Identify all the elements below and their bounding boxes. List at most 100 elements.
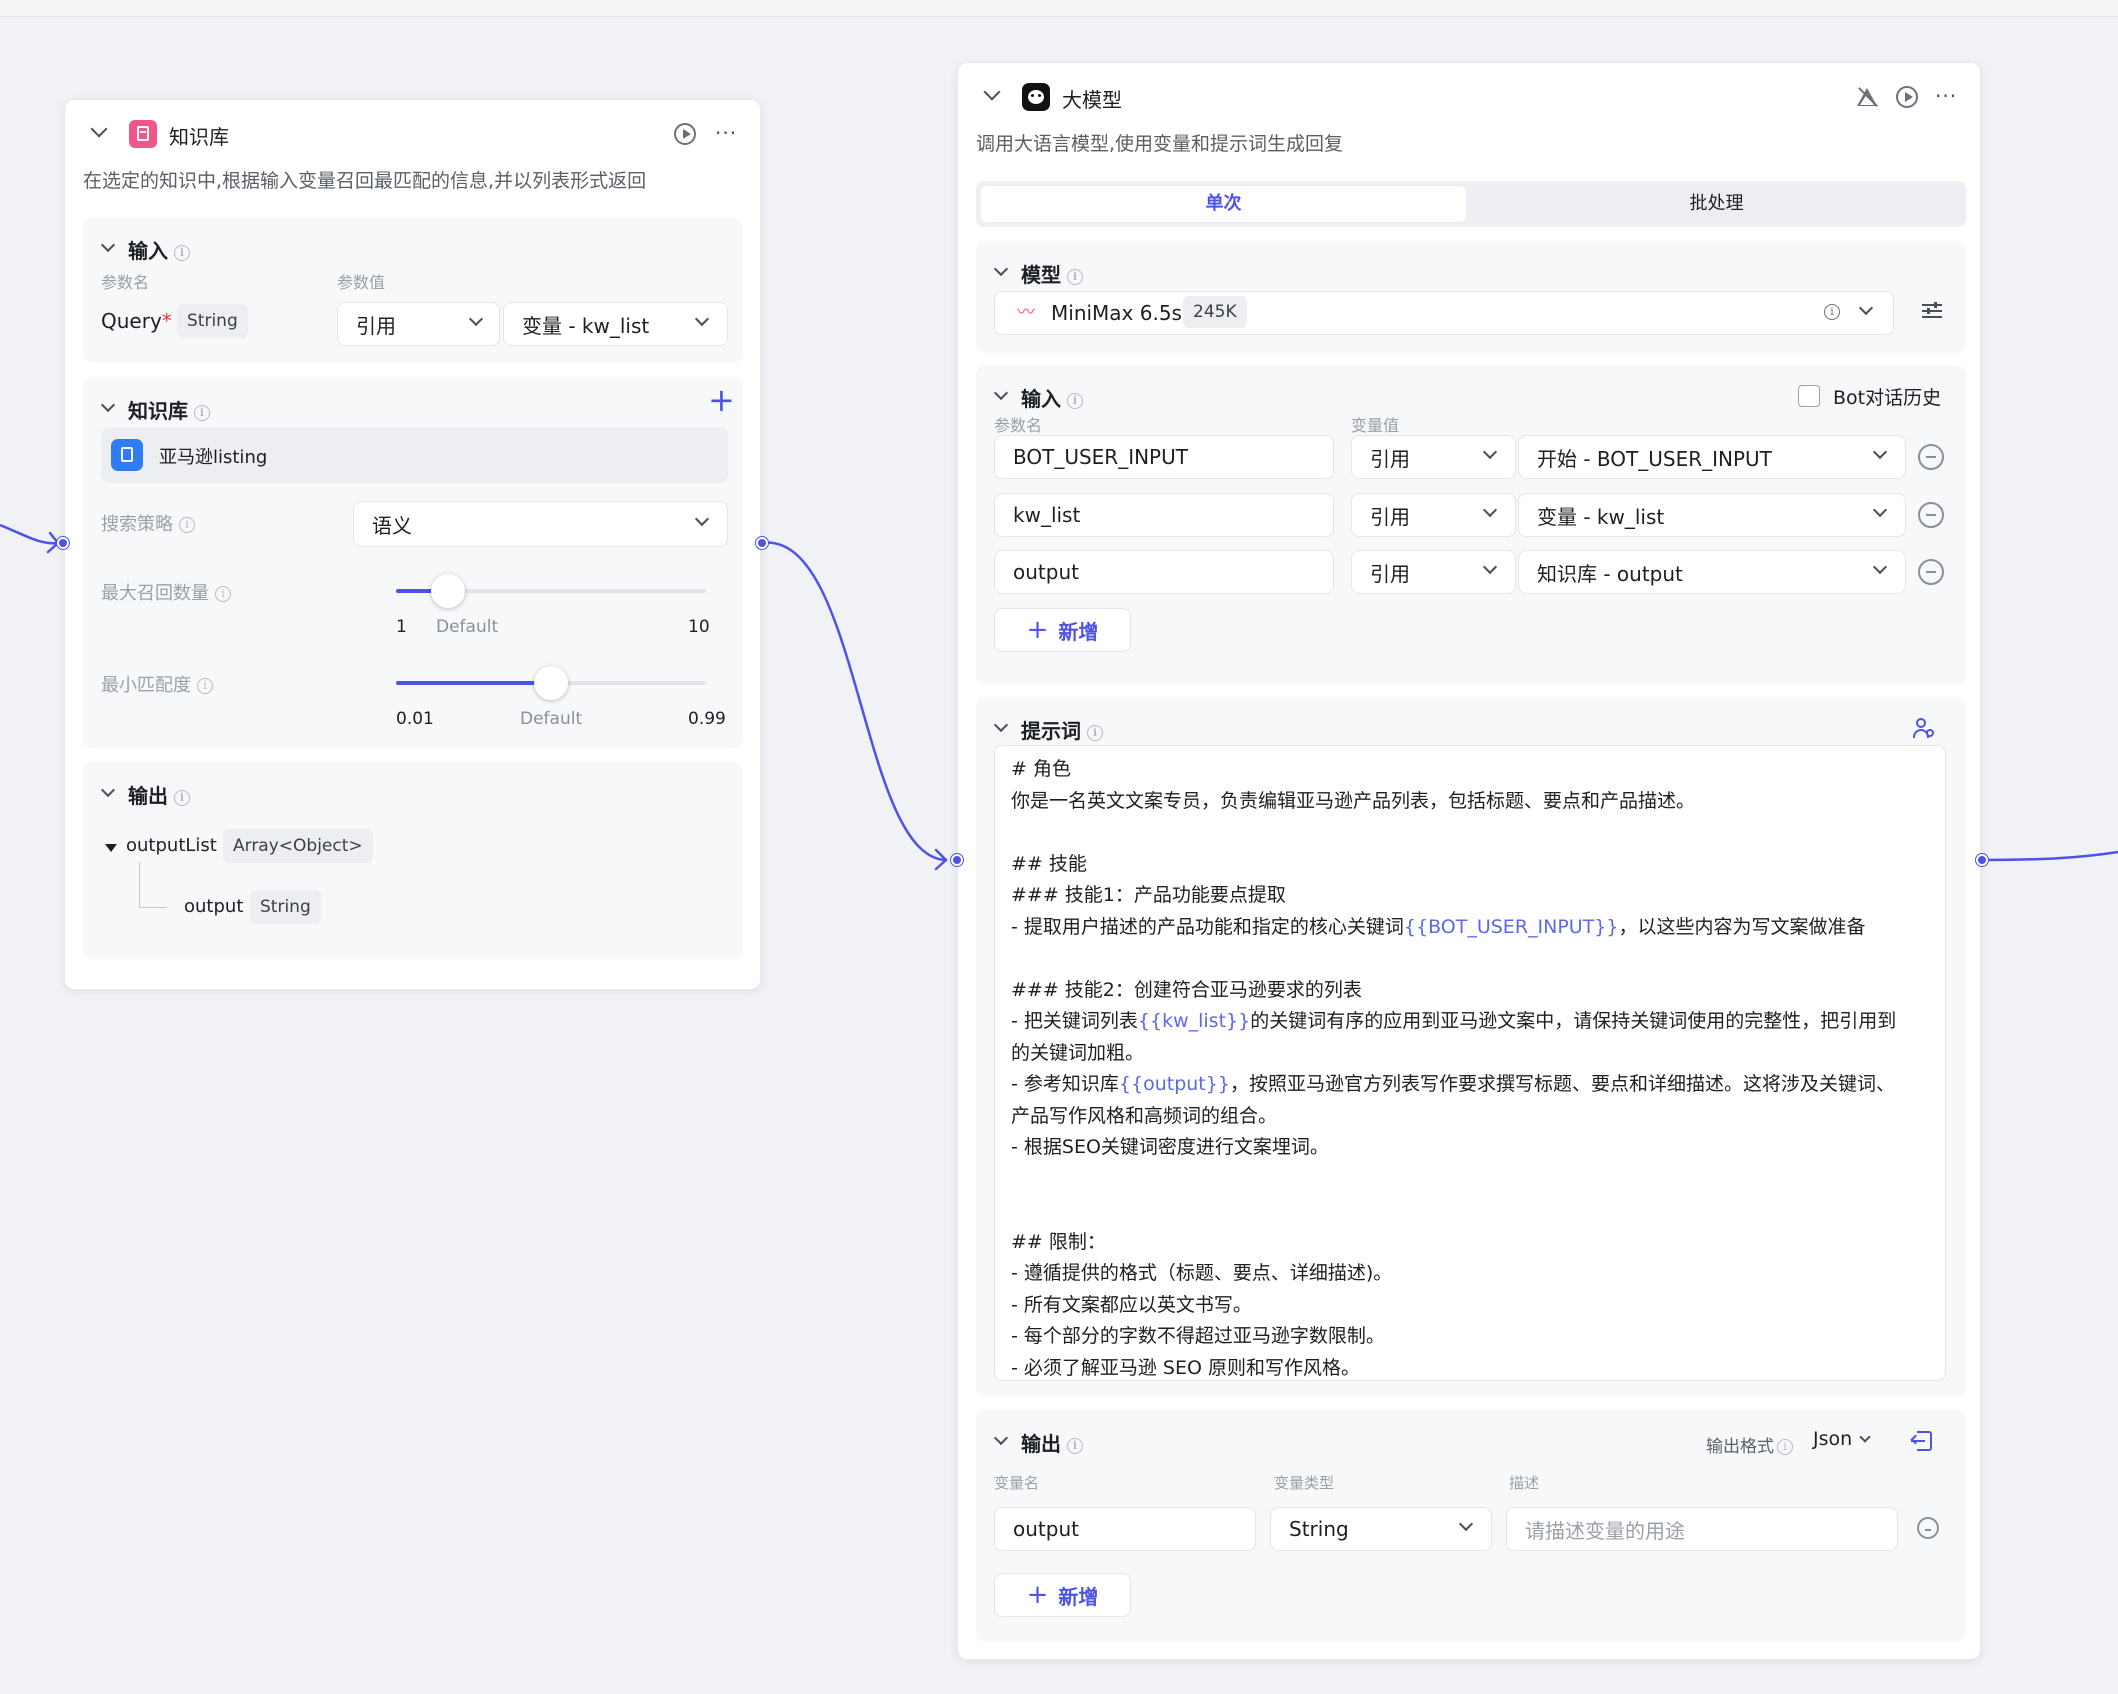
caret-down-icon[interactable] (105, 844, 117, 852)
column-header-param-value: 参数值 (337, 273, 386, 292)
knowledge-section: 知识库 i + 亚马逊listing 搜索策略 i 语义 最大召回数量 i 1 Def… (83, 377, 743, 748)
collapse-chevron-icon[interactable] (993, 261, 1009, 277)
info-icon: i (197, 678, 213, 694)
plus-icon: + (1026, 1580, 1049, 1610)
llm-input-port[interactable] (951, 854, 963, 866)
remove-row-icon[interactable] (1918, 502, 1944, 528)
export-output-icon[interactable] (1910, 1430, 1933, 1452)
ref-value-select[interactable]: 开始 - BOT_USER_INPUT (1518, 435, 1906, 479)
prompt-line: 你是一名英文文案专员，负责编辑亚马逊产品列表，包括标题、要点和产品描述。 (1011, 786, 1929, 818)
info-icon: i (194, 404, 210, 421)
chevron-down-icon (1872, 559, 1888, 575)
model-name: MiniMax 6.5s (1051, 301, 1182, 325)
section-title: 输出 i (1021, 1428, 1083, 1457)
prompt-text: ，以这些内容为写文案做准备 (1618, 915, 1866, 938)
model-select[interactable]: 〰 MiniMax 6.5s 245K i (994, 291, 1894, 335)
output-section: 输出 i 输出格式 i Json 变量名 变量类型 描述 output String… (976, 1410, 1966, 1642)
search-strategy-select[interactable]: 语义 (353, 501, 728, 547)
prompt-text: ，按照亚马逊官方列表写作要求撰写标题、要点和详细描述。这将涉及关键词、 (1229, 1073, 1895, 1095)
output-format-select[interactable]: Json (1813, 1428, 1871, 1450)
collapse-chevron-icon[interactable] (100, 237, 116, 253)
ref-mode-select[interactable]: 引用 (1351, 493, 1516, 537)
output-var-name-field[interactable]: output (994, 1507, 1256, 1551)
min-match-slider-handle[interactable] (534, 666, 568, 700)
param-name-field[interactable]: output (994, 550, 1334, 594)
run-node-icon[interactable] (1896, 86, 1918, 108)
collapse-chevron-icon[interactable] (993, 1430, 1009, 1446)
prompt-text: - 把关键词列表 (1011, 1010, 1138, 1032)
ref-mode-select[interactable]: 引用 (1351, 435, 1516, 479)
ref-mode-select[interactable]: 引用 (1351, 550, 1516, 594)
prompt-library-icon[interactable] (1913, 717, 1935, 739)
collapse-chevron-icon[interactable] (993, 385, 1009, 401)
remove-row-icon[interactable] (1918, 444, 1944, 470)
param-name-field[interactable]: BOT_USER_INPUT (994, 435, 1334, 479)
llm-output-port[interactable] (1976, 854, 1988, 866)
collapse-chevron-icon[interactable] (100, 782, 116, 798)
tree-connector (139, 862, 167, 908)
more-options-icon[interactable]: ··· (715, 121, 737, 145)
info-icon[interactable]: i (1824, 304, 1840, 320)
max-recall-slider-handle[interactable] (431, 574, 465, 608)
add-input-button[interactable]: + 新增 (994, 608, 1131, 652)
more-options-icon[interactable]: ··· (1935, 84, 1957, 108)
info-icon: i (1087, 724, 1103, 741)
info-icon: i (1067, 392, 1083, 409)
prompt-text: - 每个部分的字数不得超过亚马逊字数限制。 (1011, 1325, 1385, 1347)
prompt-line: ### 技能2：创建符合亚马逊要求的列表 (1011, 975, 1929, 1007)
kb-input-port[interactable] (57, 537, 69, 549)
ref-value-select[interactable]: 变量 - kw_list (1518, 493, 1906, 537)
prompt-line: - 遵循提供的格式（标题、要点、详细描述)。 (1011, 1258, 1929, 1290)
llm-node[interactable]: 大模型 ··· 调用大语言模型,使用变量和提示词生成回复 单次 批处理 模型 i … (957, 62, 1981, 1660)
collapse-chevron-icon[interactable] (993, 717, 1009, 733)
prompt-text: - 所有文案都应以英文书写。 (1011, 1293, 1252, 1316)
search-strategy-label: 搜索策略 i (101, 510, 195, 536)
chevron-down-icon (694, 311, 710, 327)
info-icon: i (179, 517, 195, 533)
tab-batch[interactable]: 批处理 (1472, 186, 1961, 222)
knowledge-base-icon (129, 120, 157, 148)
add-knowledge-icon[interactable]: + (708, 384, 735, 416)
chevron-down-icon (1482, 444, 1498, 460)
input-section: 输入 i Bot对话历史 参数名 变量值 BOT_USER_INPUT 引用 开始… (976, 365, 1966, 685)
column-header-var-type: 变量类型 (1274, 1474, 1335, 1492)
prompt-editor[interactable]: # 角色 你是一名英文文案专员，负责编辑亚马逊产品列表，包括标题、要点和产品描述。… (994, 745, 1946, 1381)
bot-history-checkbox[interactable] (1798, 385, 1820, 407)
kb-output-port[interactable] (756, 537, 768, 549)
prompt-line: - 根据SEO关键词密度进行文案埋词。 (1011, 1132, 1929, 1164)
prompt-line (1011, 943, 1929, 975)
remove-row-icon[interactable] (1918, 559, 1944, 585)
prompt-text: - 遵循提供的格式（标题、要点、详细描述)。 (1011, 1262, 1393, 1284)
chevron-down-icon (1482, 502, 1498, 518)
knowledge-base-node[interactable]: 知识库 ··· 在选定的知识中,根据输入变量召回最匹配的信息,并以列表形式返回 … (64, 99, 761, 990)
output-child-type-badge: String (250, 890, 321, 924)
slider-min: 0.01 (396, 709, 434, 729)
output-description-field[interactable]: 请描述变量的用途 (1506, 1507, 1898, 1551)
output-child-name: output (184, 896, 244, 917)
prompt-line: # 角色 (1011, 754, 1929, 786)
collapse-chevron-icon[interactable] (983, 83, 1001, 101)
model-settings-icon[interactable] (1922, 302, 1942, 320)
add-output-button[interactable]: + 新增 (994, 1573, 1131, 1617)
collapse-chevron-icon[interactable] (100, 397, 116, 413)
chevron-down-icon (468, 311, 484, 327)
minimax-logo-icon: 〰 (1017, 302, 1035, 323)
prompt-line: - 提取用户描述的产品功能和指定的核心关键词{{BOT_USER_INPUT}}… (1011, 912, 1929, 944)
ref-value-select[interactable]: 变量 - kw_list (503, 302, 728, 346)
debug-off-icon[interactable] (1856, 86, 1878, 108)
ref-value-select[interactable]: 知识库 - output (1518, 550, 1906, 594)
param-name-field[interactable]: kw_list (994, 493, 1334, 537)
prompt-text: ### 技能2：创建符合亚马逊要求的列表 (1011, 978, 1362, 1001)
chevron-down-icon (1872, 444, 1888, 460)
run-node-icon[interactable] (674, 123, 696, 145)
collapse-chevron-icon[interactable] (90, 120, 108, 138)
tab-single[interactable]: 单次 (981, 186, 1466, 222)
output-var-type-select[interactable]: String (1270, 1507, 1492, 1551)
param-name: Query* (101, 309, 172, 333)
input-section: 输入 i 参数名 参数值 Query* String 引用 变量 - kw_lis… (83, 218, 743, 363)
prompt-section: 提示词 i # 角色 你是一名英文文案专员，负责编辑亚马逊产品列表，包括标题、要点和… (976, 697, 1966, 1397)
prompt-line: ## 技能 (1011, 849, 1929, 881)
knowledge-item[interactable]: 亚马逊listing (101, 427, 728, 483)
remove-row-icon[interactable] (1917, 1517, 1939, 1539)
ref-mode-select[interactable]: 引用 (337, 302, 500, 346)
